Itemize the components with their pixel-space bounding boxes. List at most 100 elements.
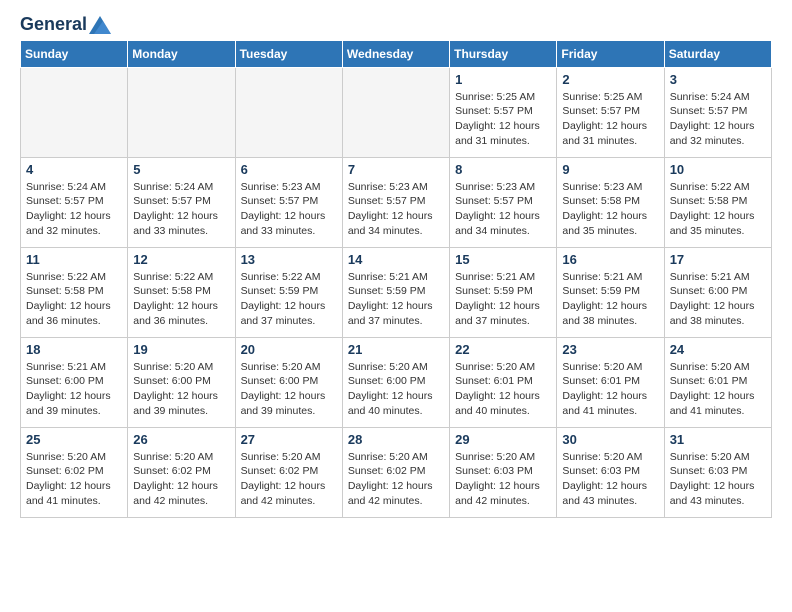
calendar-body: 1 Sunrise: 5:25 AMSunset: 5:57 PMDaylight… — [21, 67, 772, 517]
calendar-cell: 20 Sunrise: 5:20 AMSunset: 6:00 PMDayligh… — [235, 337, 342, 427]
day-info: Sunrise: 5:22 AMSunset: 5:58 PMDaylight:… — [670, 180, 766, 239]
day-number: 17 — [670, 252, 766, 267]
calendar-header: SundayMondayTuesdayWednesdayThursdayFrid… — [21, 40, 772, 67]
calendar-cell: 23Sunrise: 5:20 AMSunset: 6:01 PMDayligh… — [557, 337, 664, 427]
calendar-cell: 24 Sunrise: 5:20 AMSunset: 6:01 PMDayligh… — [664, 337, 771, 427]
weekday-header-friday: Friday — [557, 40, 664, 67]
day-number: 15 — [455, 252, 551, 267]
calendar-cell: 22 Sunrise: 5:20 AMSunset: 6:01 PMDayligh… — [450, 337, 557, 427]
day-info: Sunrise: 5:25 AMSunset: 5:57 PMDaylight:… — [455, 90, 551, 149]
day-number: 24 — [670, 342, 766, 357]
calendar-week-1: 1 Sunrise: 5:25 AMSunset: 5:57 PMDaylight… — [21, 67, 772, 157]
day-info: Sunrise: 5:20 AMSunset: 6:02 PMDaylight:… — [26, 450, 122, 509]
day-number: 7 — [348, 162, 444, 177]
day-info: Sunrise: 5:23 AMSunset: 5:57 PMDaylight:… — [241, 180, 337, 239]
day-number: 14 — [348, 252, 444, 267]
calendar-cell — [21, 67, 128, 157]
day-number: 20 — [241, 342, 337, 357]
day-number: 30 — [562, 432, 658, 447]
calendar-cell — [128, 67, 235, 157]
weekday-header-sunday: Sunday — [21, 40, 128, 67]
calendar-cell — [342, 67, 449, 157]
weekday-header-wednesday: Wednesday — [342, 40, 449, 67]
day-info: Sunrise: 5:20 AMSunset: 6:01 PMDaylight:… — [562, 360, 658, 419]
calendar-cell: 1 Sunrise: 5:25 AMSunset: 5:57 PMDaylight… — [450, 67, 557, 157]
calendar-cell: 14 Sunrise: 5:21 AMSunset: 5:59 PMDayligh… — [342, 247, 449, 337]
day-info: Sunrise: 5:20 AMSunset: 6:02 PMDaylight:… — [133, 450, 229, 509]
day-info: Sunrise: 5:20 AMSunset: 6:01 PMDaylight:… — [455, 360, 551, 419]
day-info: Sunrise: 5:24 AMSunset: 5:57 PMDaylight:… — [133, 180, 229, 239]
calendar-week-4: 18Sunrise: 5:21 AMSunset: 6:00 PMDayligh… — [21, 337, 772, 427]
calendar-cell: 3 Sunrise: 5:24 AMSunset: 5:57 PMDaylight… — [664, 67, 771, 157]
calendar-week-2: 4 Sunrise: 5:24 AMSunset: 5:57 PMDaylight… — [21, 157, 772, 247]
day-info: Sunrise: 5:24 AMSunset: 5:57 PMDaylight:… — [670, 90, 766, 149]
calendar-cell: 15 Sunrise: 5:21 AMSunset: 5:59 PMDayligh… — [450, 247, 557, 337]
day-number: 12 — [133, 252, 229, 267]
day-info: Sunrise: 5:21 AMSunset: 5:59 PMDaylight:… — [348, 270, 444, 329]
day-info: Sunrise: 5:24 AMSunset: 5:57 PMDaylight:… — [26, 180, 122, 239]
day-info: Sunrise: 5:23 AMSunset: 5:57 PMDaylight:… — [348, 180, 444, 239]
calendar-week-5: 25 Sunrise: 5:20 AMSunset: 6:02 PMDayligh… — [21, 427, 772, 517]
calendar-cell: 10 Sunrise: 5:22 AMSunset: 5:58 PMDayligh… — [664, 157, 771, 247]
day-info: Sunrise: 5:20 AMSunset: 6:00 PMDaylight:… — [133, 360, 229, 419]
calendar-cell: 31 Sunrise: 5:20 AMSunset: 6:03 PMDayligh… — [664, 427, 771, 517]
calendar-cell: 26 Sunrise: 5:20 AMSunset: 6:02 PMDayligh… — [128, 427, 235, 517]
calendar-cell: 30 Sunrise: 5:20 AMSunset: 6:03 PMDayligh… — [557, 427, 664, 517]
day-number: 22 — [455, 342, 551, 357]
day-number: 28 — [348, 432, 444, 447]
calendar-cell: 27Sunrise: 5:20 AMSunset: 6:02 PMDayligh… — [235, 427, 342, 517]
day-number: 10 — [670, 162, 766, 177]
day-number: 25 — [26, 432, 122, 447]
day-number: 16 — [562, 252, 658, 267]
weekday-row: SundayMondayTuesdayWednesdayThursdayFrid… — [21, 40, 772, 67]
calendar-cell: 13Sunrise: 5:22 AMSunset: 5:59 PMDayligh… — [235, 247, 342, 337]
calendar-cell: 21Sunrise: 5:20 AMSunset: 6:00 PMDayligh… — [342, 337, 449, 427]
day-number: 3 — [670, 72, 766, 87]
day-info: Sunrise: 5:20 AMSunset: 6:02 PMDaylight:… — [348, 450, 444, 509]
weekday-header-tuesday: Tuesday — [235, 40, 342, 67]
day-info: Sunrise: 5:23 AMSunset: 5:57 PMDaylight:… — [455, 180, 551, 239]
day-number: 8 — [455, 162, 551, 177]
day-number: 6 — [241, 162, 337, 177]
day-info: Sunrise: 5:20 AMSunset: 6:00 PMDaylight:… — [241, 360, 337, 419]
calendar-cell: 7 Sunrise: 5:23 AMSunset: 5:57 PMDaylight… — [342, 157, 449, 247]
calendar-week-3: 11 Sunrise: 5:22 AMSunset: 5:58 PMDayligh… — [21, 247, 772, 337]
calendar-cell: 8 Sunrise: 5:23 AMSunset: 5:57 PMDaylight… — [450, 157, 557, 247]
day-number: 27 — [241, 432, 337, 447]
day-info: Sunrise: 5:20 AMSunset: 6:03 PMDaylight:… — [670, 450, 766, 509]
calendar-cell: 2Sunrise: 5:25 AMSunset: 5:57 PMDaylight… — [557, 67, 664, 157]
day-info: Sunrise: 5:25 AMSunset: 5:57 PMDaylight:… — [562, 90, 658, 149]
day-number: 29 — [455, 432, 551, 447]
calendar-cell — [235, 67, 342, 157]
calendar-cell: 28 Sunrise: 5:20 AMSunset: 6:02 PMDayligh… — [342, 427, 449, 517]
calendar-cell: 5 Sunrise: 5:24 AMSunset: 5:57 PMDaylight… — [128, 157, 235, 247]
calendar-cell: 29 Sunrise: 5:20 AMSunset: 6:03 PMDayligh… — [450, 427, 557, 517]
page-container: General SundayMondayTuesdayWednesdayThur… — [0, 0, 792, 533]
day-info: Sunrise: 5:20 AMSunset: 6:03 PMDaylight:… — [562, 450, 658, 509]
calendar-cell: 17Sunrise: 5:21 AMSunset: 6:00 PMDayligh… — [664, 247, 771, 337]
day-number: 11 — [26, 252, 122, 267]
day-number: 4 — [26, 162, 122, 177]
day-number: 26 — [133, 432, 229, 447]
weekday-header-saturday: Saturday — [664, 40, 771, 67]
day-number: 19 — [133, 342, 229, 357]
weekday-header-monday: Monday — [128, 40, 235, 67]
logo-icon — [89, 16, 111, 34]
day-number: 9 — [562, 162, 658, 177]
day-number: 1 — [455, 72, 551, 87]
day-info: Sunrise: 5:20 AMSunset: 6:03 PMDaylight:… — [455, 450, 551, 509]
day-number: 5 — [133, 162, 229, 177]
day-number: 18 — [26, 342, 122, 357]
day-info: Sunrise: 5:21 AMSunset: 5:59 PMDaylight:… — [455, 270, 551, 329]
logo-text: General — [20, 15, 87, 35]
calendar-cell: 16Sunrise: 5:21 AMSunset: 5:59 PMDayligh… — [557, 247, 664, 337]
day-number: 31 — [670, 432, 766, 447]
calendar-cell: 6 Sunrise: 5:23 AMSunset: 5:57 PMDaylight… — [235, 157, 342, 247]
calendar-cell: 11Sunrise: 5:22 AMSunset: 5:58 PMDayligh… — [21, 247, 128, 337]
calendar-cell: 18Sunrise: 5:21 AMSunset: 6:00 PMDayligh… — [21, 337, 128, 427]
day-number: 13 — [241, 252, 337, 267]
day-info: Sunrise: 5:20 AMSunset: 6:01 PMDaylight:… — [670, 360, 766, 419]
day-info: Sunrise: 5:22 AMSunset: 5:58 PMDaylight:… — [133, 270, 229, 329]
calendar-cell: 25 Sunrise: 5:20 AMSunset: 6:02 PMDayligh… — [21, 427, 128, 517]
day-info: Sunrise: 5:23 AMSunset: 5:58 PMDaylight:… — [562, 180, 658, 239]
